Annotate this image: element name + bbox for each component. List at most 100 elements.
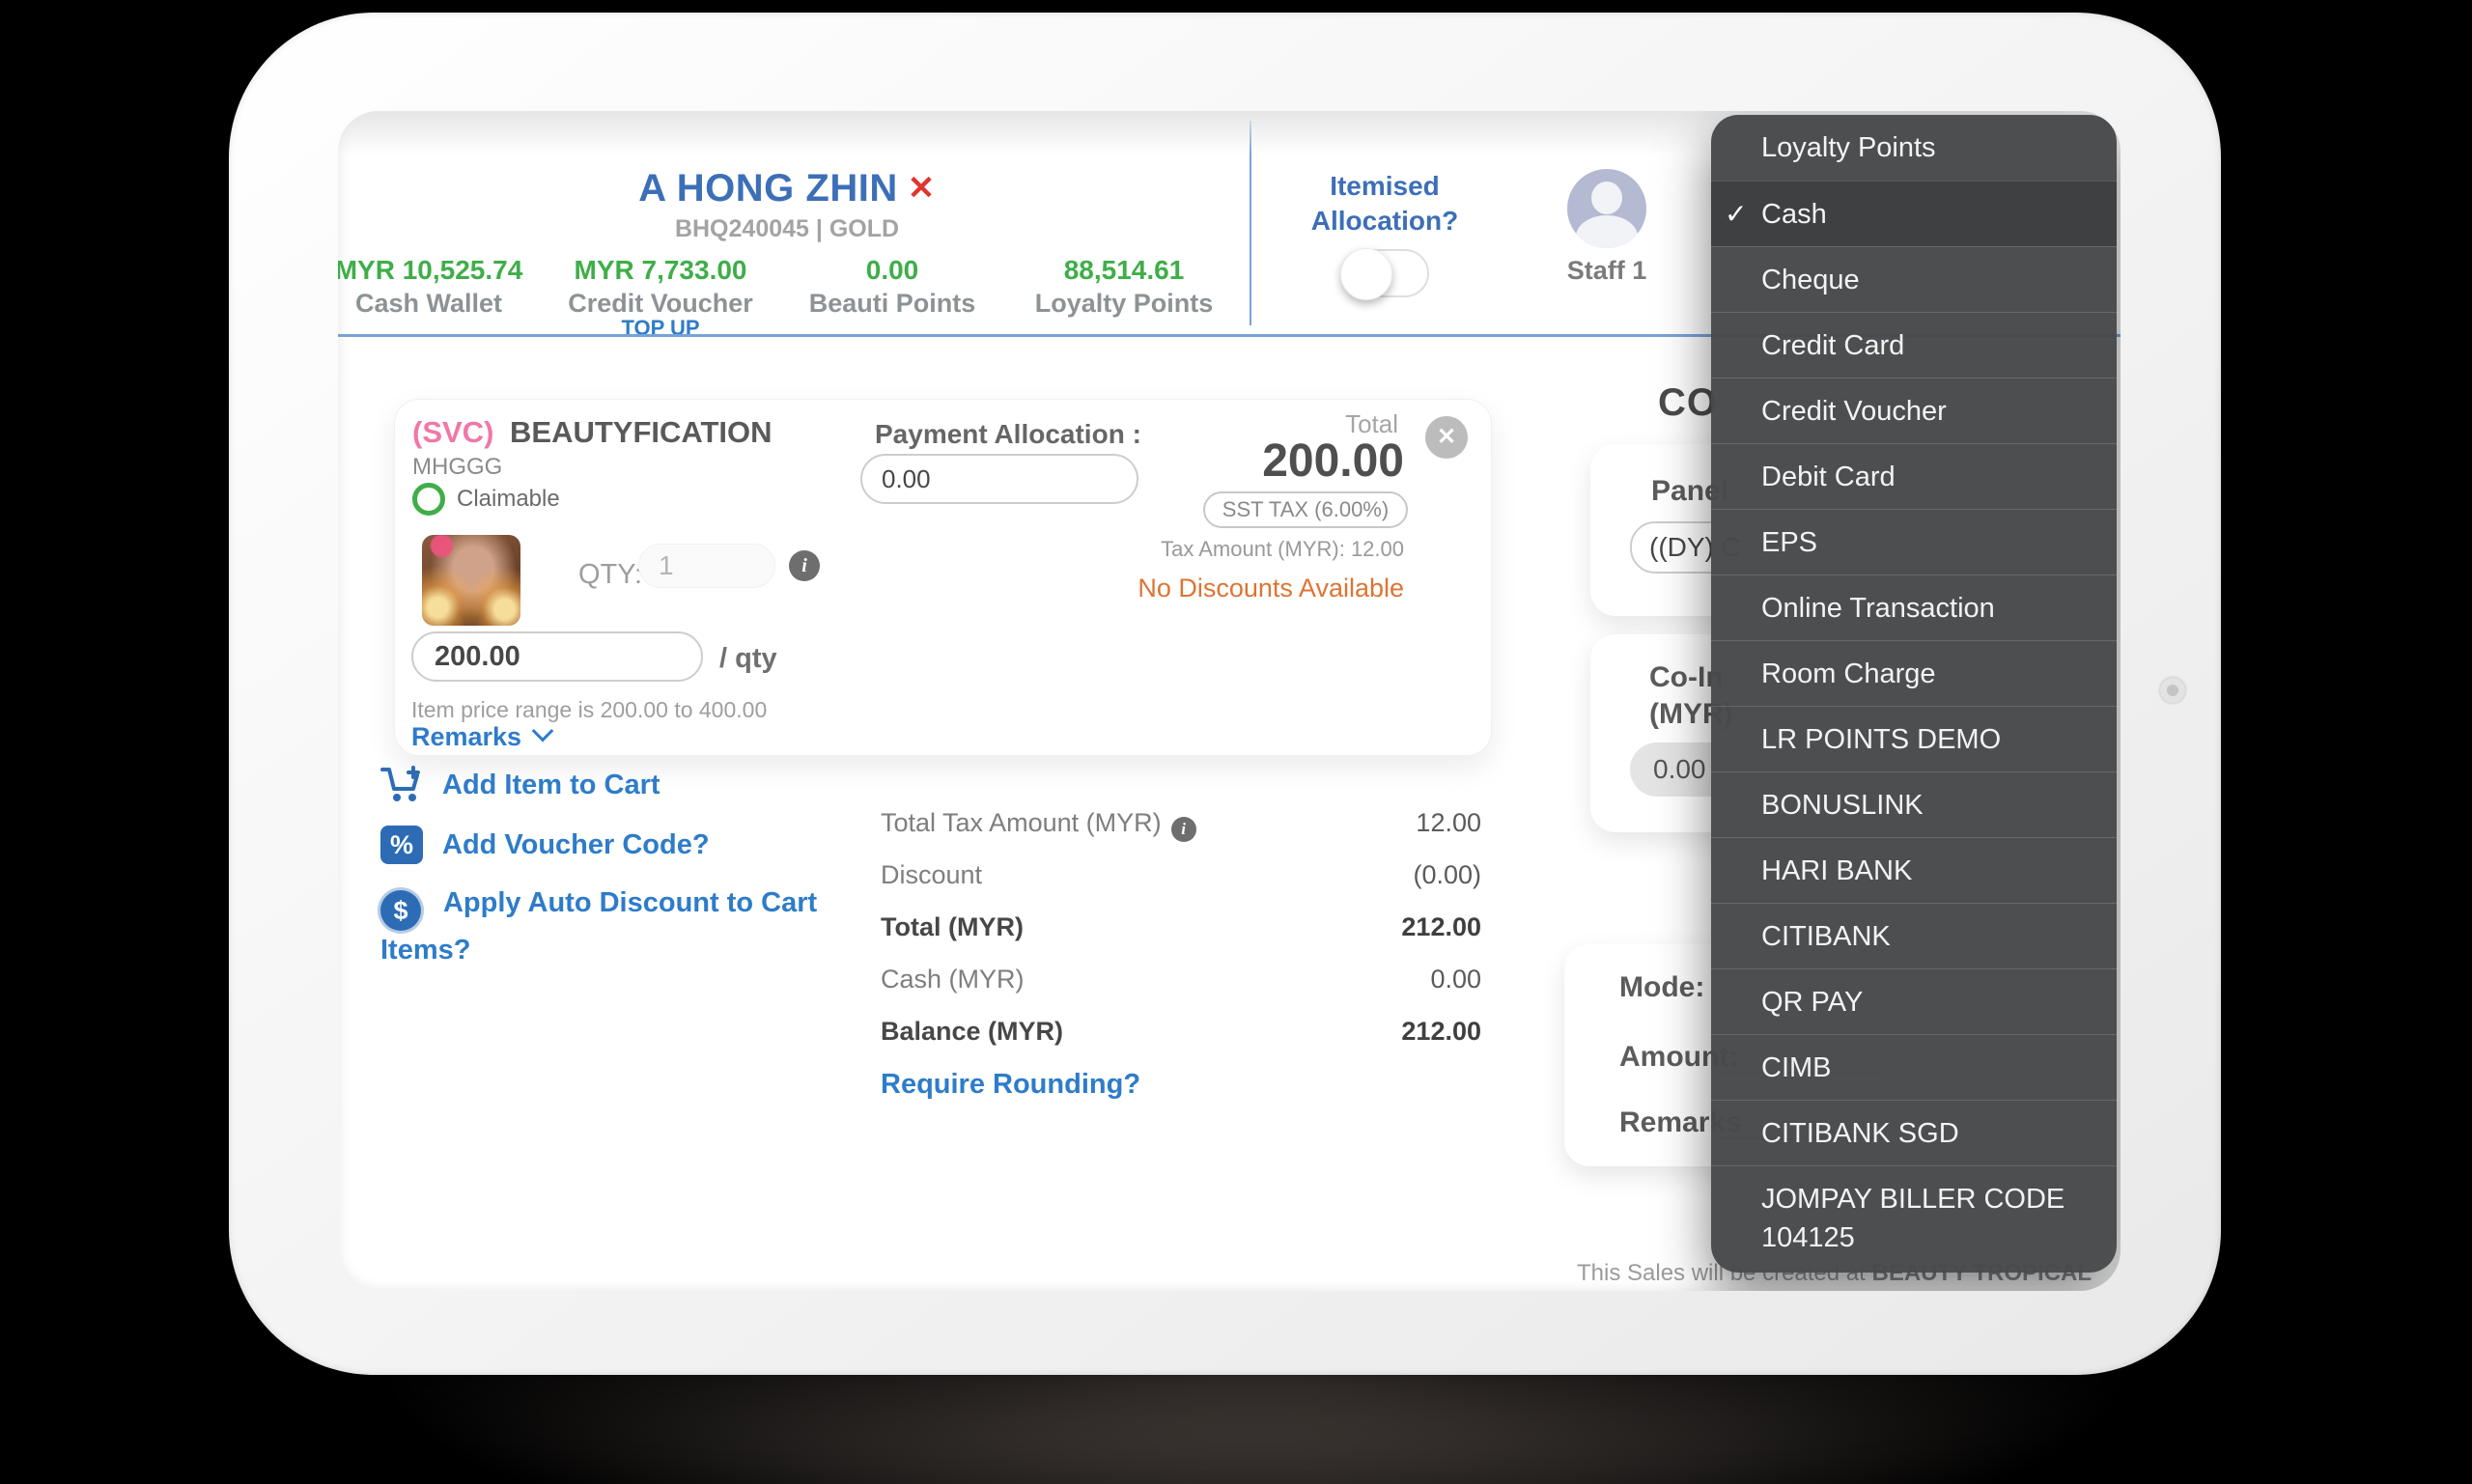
- summary-row-cash: Cash (MYR) 0.00: [881, 965, 1481, 994]
- per-qty-label: / qty: [719, 643, 777, 675]
- claimable-radio-icon[interactable]: [412, 483, 445, 516]
- toggle-knob: [1340, 248, 1392, 300]
- qty-label: QTY:: [578, 559, 642, 591]
- menu-item-jompay-biller[interactable]: JOMPAY BILLER CODE 104125: [1711, 1165, 2117, 1273]
- claimable-row[interactable]: Claimable: [412, 483, 560, 516]
- summary-tax-value: 12.00: [1416, 808, 1481, 842]
- payment-allocation-label: Payment Allocation :: [875, 419, 1141, 450]
- menu-item-cash[interactable]: ✓ Cash: [1711, 181, 2117, 246]
- wallet-credit-voucher-value: MYR 7,733.00: [545, 256, 776, 285]
- top-up-link[interactable]: TOP UP: [583, 316, 738, 341]
- item-image: [422, 535, 520, 626]
- tax-info-icon[interactable]: i: [1171, 817, 1196, 842]
- cart-item-card: (SVC) BEAUTYFICATION MHGGG Claimable QTY…: [394, 399, 1492, 756]
- summary-row-total: Total (MYR) 212.00: [881, 912, 1481, 942]
- menu-item-cheque[interactable]: Cheque: [1711, 246, 2117, 312]
- item-category: (SVC): [412, 415, 493, 449]
- auto-discount-button[interactable]: $ Apply Auto Discount to Cart Items?: [380, 883, 902, 969]
- unit-price-input[interactable]: [411, 631, 703, 682]
- payment-mode-menu: Loyalty Points ✓ Cash Cheque Credit Card…: [1711, 115, 2117, 1273]
- stage: A HONG ZHIN ✕ BHQ240045 | GOLD MYR 10,525…: [0, 0, 2472, 1484]
- staff-avatar[interactable]: [1567, 169, 1646, 248]
- summary-balance-value: 212.00: [1401, 1017, 1481, 1047]
- item-remarks-link[interactable]: Remarks: [411, 722, 550, 752]
- menu-item-debit-card[interactable]: Debit Card: [1711, 443, 2117, 509]
- item-remarks-label: Remarks: [411, 722, 521, 751]
- header-vertical-divider: [1250, 121, 1251, 325]
- remove-item-icon[interactable]: ✕: [1425, 416, 1468, 459]
- menu-item-credit-voucher[interactable]: Credit Voucher: [1711, 378, 2117, 443]
- summary-cash-value: 0.00: [1430, 965, 1481, 994]
- summary-balance-label: Balance (MYR): [881, 1017, 1063, 1047]
- tax-badge: SST TAX (6.00%): [1203, 491, 1408, 528]
- price-range-text: Item price range is 200.00 to 400.00: [411, 697, 767, 723]
- wallet-beauti-points-value: 0.00: [776, 256, 1008, 285]
- tablet-frame: A HONG ZHIN ✕ BHQ240045 | GOLD MYR 10,525…: [229, 13, 2221, 1375]
- summary-total-value: 212.00: [1401, 912, 1481, 942]
- tax-amount-text: Tax Amount (MYR): 12.00: [1161, 537, 1404, 562]
- wallet-credit-voucher-label: Credit Voucher: [545, 289, 776, 319]
- summary-row-balance: Balance (MYR) 212.00: [881, 1017, 1481, 1047]
- mode-label: Mode:: [1619, 971, 1704, 1004]
- menu-item-bonuslink[interactable]: BONUSLINK: [1711, 771, 2117, 837]
- menu-item-cimb[interactable]: CIMB: [1711, 1034, 2117, 1100]
- wallet-summary: MYR 10,525.74 Cash Wallet MYR 7,733.00 C…: [338, 256, 1240, 319]
- summary-discount-label: Discount: [881, 860, 982, 890]
- add-item-to-cart-button[interactable]: Add Item to Cart: [380, 766, 660, 804]
- check-icon: ✓: [1725, 182, 1747, 247]
- right-panel-heading: CO: [1658, 381, 1718, 425]
- customer-code: BHQ240045 | GOLD: [338, 215, 1236, 243]
- menu-item-credit-card[interactable]: Credit Card: [1711, 312, 2117, 378]
- wallet-loyalty-points-value: 88,514.61: [1008, 256, 1240, 285]
- wallet-cash-label: Cash Wallet: [338, 289, 545, 319]
- auto-discount-label: Apply Auto Discount to Cart Items?: [380, 887, 817, 966]
- customer-name: A HONG ZHIN: [638, 167, 897, 210]
- summary-row-tax: Total Tax Amount (MYR)i 12.00: [881, 808, 1481, 842]
- dollar-badge-icon: $: [380, 890, 421, 931]
- cart-plus-icon: [380, 766, 423, 804]
- wallet-cash: MYR 10,525.74 Cash Wallet: [338, 256, 545, 319]
- chevron-down-icon: [532, 720, 554, 742]
- claimable-label: Claimable: [457, 486, 560, 513]
- summary-tax-label: Total Tax Amount (MYR)i: [881, 808, 1196, 842]
- itemised-allocation-label: Itemised Allocation?: [1298, 169, 1472, 238]
- remove-customer-icon[interactable]: ✕: [908, 169, 936, 208]
- menu-item-hari-bank[interactable]: HARI BANK: [1711, 837, 2117, 903]
- menu-item-loyalty-points[interactable]: Loyalty Points: [1711, 115, 2117, 181]
- no-discount-text: No Discounts Available: [1138, 574, 1404, 603]
- wallet-loyalty-points: 88,514.61 Loyalty Points: [1008, 256, 1240, 319]
- wallet-credit-voucher: MYR 7,733.00 Credit Voucher: [545, 256, 776, 319]
- staff-label: Staff 1: [1548, 256, 1666, 286]
- item-name: BEAUTYFICATION: [510, 415, 772, 449]
- percent-icon: %: [380, 826, 423, 864]
- menu-item-online-transaction[interactable]: Online Transaction: [1711, 574, 2117, 640]
- app-screen: A HONG ZHIN ✕ BHQ240045 | GOLD MYR 10,525…: [338, 111, 2121, 1291]
- wallet-beauti-points-label: Beauti Points: [776, 289, 1008, 319]
- menu-item-lr-points-demo[interactable]: LR POINTS DEMO: [1711, 706, 2117, 771]
- summary-cash-label: Cash (MYR): [881, 965, 1025, 994]
- menu-item-citibank[interactable]: CITIBANK: [1711, 903, 2117, 968]
- summary-total-label: Total (MYR): [881, 912, 1024, 942]
- menu-item-eps[interactable]: EPS: [1711, 509, 2117, 574]
- item-total-value: 200.00: [1262, 434, 1404, 488]
- menu-item-qr-pay[interactable]: QR PAY: [1711, 968, 2117, 1034]
- menu-item-citibank-sgd[interactable]: CITIBANK SGD: [1711, 1100, 2117, 1165]
- add-voucher-label: Add Voucher Code?: [442, 829, 710, 861]
- menu-item-room-charge[interactable]: Room Charge: [1711, 640, 2117, 706]
- add-voucher-button[interactable]: % Add Voucher Code?: [380, 826, 710, 864]
- tablet-reflection: [386, 1363, 2124, 1484]
- wallet-loyalty-points-label: Loyalty Points: [1008, 289, 1240, 319]
- wallet-beauti-points: 0.00 Beauti Points: [776, 256, 1008, 319]
- payment-allocation-input[interactable]: [860, 454, 1138, 504]
- item-title: (SVC) BEAUTYFICATION: [412, 415, 772, 450]
- qty-input: 1: [638, 544, 775, 588]
- customer-name-row: A HONG ZHIN ✕: [338, 167, 1236, 210]
- add-item-label: Add Item to Cart: [442, 770, 660, 801]
- summary-discount-value: (0.00): [1413, 860, 1481, 890]
- itemised-allocation-toggle[interactable]: [1340, 249, 1429, 297]
- tablet-camera: [2160, 678, 2185, 703]
- wallet-cash-value: MYR 10,525.74: [338, 256, 545, 285]
- qty-info-icon[interactable]: i: [789, 550, 820, 581]
- item-code: MHGGG: [412, 454, 502, 481]
- require-rounding-link[interactable]: Require Rounding?: [881, 1069, 1140, 1101]
